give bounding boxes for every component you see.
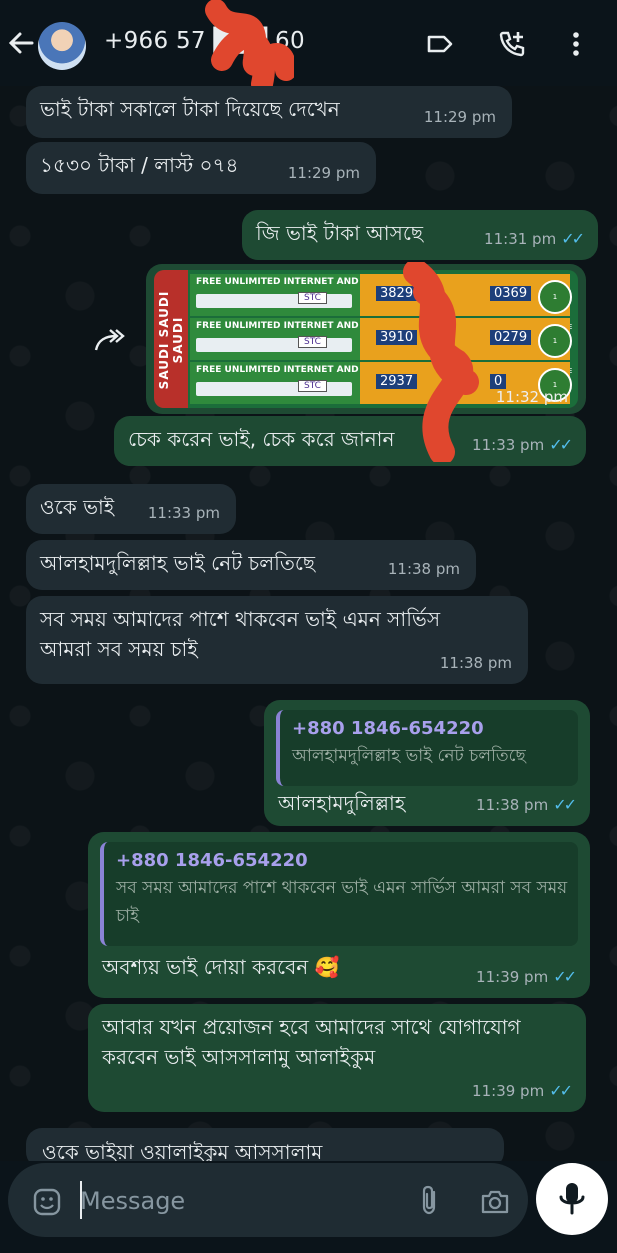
- read-ticks-icon: ✓✓: [553, 795, 577, 814]
- add-call-icon[interactable]: [496, 28, 528, 60]
- message-time: 11:38 pm: [439, 654, 512, 672]
- operator-logos: [196, 294, 352, 308]
- contact-avatar[interactable]: [38, 22, 86, 70]
- message-bubble[interactable]: ওকে ভাই 11:33 pm: [26, 484, 236, 534]
- quoted-text: সব সময় আমাদের পাশে থাকবেন ভাই এমন সার্ভ…: [116, 878, 568, 926]
- message-bubble[interactable]: চেক করেন ভাই, চেক করে জানান 11:33 pm ✓✓: [114, 416, 586, 466]
- quoted-sender: +880 1846-654220: [116, 850, 308, 871]
- attach-icon[interactable]: [412, 1183, 446, 1217]
- message-bubble[interactable]: ওকে ভাইয়া ওয়ালাইকুম আসসালাম: [26, 1128, 504, 1161]
- message-bubble[interactable]: আবার যখন প্রয়োজন হবে আমাদের সাথে যোগাযো…: [88, 1004, 586, 1112]
- quoted-message[interactable]: +880 1846-654220 সব সময় আমাদের পাশে থাক…: [100, 842, 578, 946]
- message-bubble[interactable]: জি ভাই টাকা আসছে 11:31 pm ✓✓: [242, 210, 598, 260]
- text-cursor: [80, 1181, 82, 1219]
- promo-row: FREE UNLIMITED INTERNET AND MINUTE STC 3…: [190, 274, 576, 331]
- redaction-scribble: [205, 0, 294, 86]
- message-input-bar: [8, 1163, 528, 1237]
- operator-logos: [196, 338, 352, 352]
- message-time: 11:38 pm ✓✓: [476, 795, 577, 814]
- label-icon[interactable]: [424, 28, 456, 60]
- message-bubble[interactable]: ভাই টাকা সকালে টাকা দিয়েছে দেখেন 11:29 …: [26, 86, 512, 138]
- message-text: আবার যখন প্রয়োজন হবে আমাদের সাথে যোগাযো…: [102, 1015, 521, 1069]
- message-time: 11:31 pm ✓✓: [484, 229, 585, 248]
- quoted-text: আলহামদুলিল্লাহ ভাই নেট চলতিছে: [292, 746, 526, 766]
- read-ticks-icon: ✓✓: [549, 435, 573, 454]
- redaction-scribble: [403, 262, 479, 462]
- message-time: 11:29 pm: [423, 108, 496, 126]
- message-bubble[interactable]: ১৫৩০ টাকা / লাস্ট ০৭৪ 11:29 pm: [26, 142, 376, 194]
- promo-image[interactable]: SAUDI SAUDI SAUDI FREE UNLIMITED INTERNE…: [154, 270, 578, 408]
- message-text: ওকে ভাইয়া ওয়ালাইকুম আসসালাম: [42, 1140, 323, 1161]
- message-time: 11:39 pm ✓✓: [472, 1081, 573, 1100]
- mic-icon: [559, 1183, 585, 1215]
- operator-logos: [196, 382, 352, 396]
- quoted-message[interactable]: +880 1846-654220 আলহামদুলিল্লাহ ভাই নেট …: [276, 710, 578, 786]
- read-ticks-icon: ✓✓: [561, 229, 585, 248]
- emoji-icon[interactable]: [32, 1187, 62, 1217]
- message-time: 11:32 pm: [495, 388, 568, 406]
- read-ticks-icon: ✓✓: [553, 967, 577, 986]
- message-time: 11:38 pm: [387, 560, 460, 578]
- read-ticks-icon: ✓✓: [549, 1081, 573, 1100]
- camera-icon[interactable]: [478, 1185, 512, 1219]
- message-input[interactable]: [78, 1179, 402, 1223]
- message-bubble[interactable]: সব সময় আমাদের পাশে থাকবেন ভাই এমন সার্ভ…: [26, 596, 528, 684]
- promo-row: FREE UNLIMITED INTERNET AND MINUTE STC 3…: [190, 318, 576, 375]
- message-text: সব সময় আমাদের পাশে থাকবেন ভাই এমন সার্ভ…: [40, 607, 441, 661]
- message-bubble[interactable]: আলহামদুলিল্লাহ ভাই নেট চলতিছে 11:38 pm: [26, 540, 476, 590]
- mic-button[interactable]: [536, 1163, 608, 1235]
- forward-icon[interactable]: [92, 326, 128, 356]
- back-arrow-icon[interactable]: [6, 28, 36, 58]
- more-vert-icon[interactable]: [560, 28, 592, 60]
- promo-side-banner: SAUDI SAUDI SAUDI: [154, 270, 188, 408]
- message-time: 11:33 pm: [147, 504, 220, 522]
- reply-message-bubble[interactable]: +880 1846-654220 আলহামদুলিল্লাহ ভাই নেট …: [264, 700, 590, 826]
- message-time: 11:29 pm: [287, 164, 360, 182]
- chat-header: +966 57 ███ 60: [0, 0, 617, 86]
- chat-area[interactable]: ভাই টাকা সকালে টাকা দিয়েছে দেখেন 11:29 …: [0, 86, 617, 1161]
- message-time: 11:33 pm ✓✓: [472, 435, 573, 454]
- reply-message-bubble[interactable]: +880 1846-654220 সব সময় আমাদের পাশে থাক…: [88, 832, 590, 998]
- quoted-sender: +880 1846-654220: [292, 718, 484, 739]
- message-time: 11:39 pm ✓✓: [476, 967, 577, 986]
